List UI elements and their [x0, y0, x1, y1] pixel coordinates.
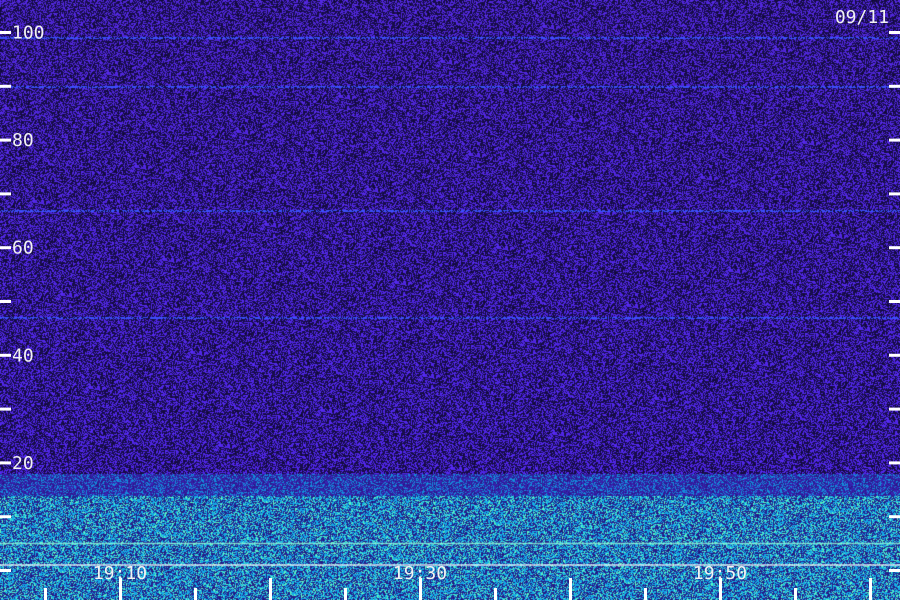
x-tick-label: 19:10 [93, 563, 147, 584]
y-tick-label: 60 [12, 238, 34, 259]
y-tick-label: 100 [12, 23, 45, 44]
y-axis-tick-labels: 20 40 60 80 100 [12, 23, 45, 474]
x-axis-tick-labels: 19:10 19:30 19:50 [93, 563, 747, 584]
y-tick-label: 40 [12, 345, 34, 366]
chart-overlay: 20 40 60 80 100 19:10 19:30 19:50 09/11 [0, 7, 900, 600]
spectrogram-frame: 20 40 60 80 100 19:10 19:30 19:50 09/11 [0, 0, 900, 600]
date-label: 09/11 [835, 7, 889, 28]
x-tick-label: 19:30 [393, 563, 447, 584]
x-tick-label: 19:50 [693, 563, 747, 584]
y-axis-left-ticks [0, 31, 11, 572]
y-tick-label: 80 [12, 130, 34, 151]
y-axis-right-ticks [889, 31, 900, 572]
y-tick-label: 20 [12, 453, 34, 474]
